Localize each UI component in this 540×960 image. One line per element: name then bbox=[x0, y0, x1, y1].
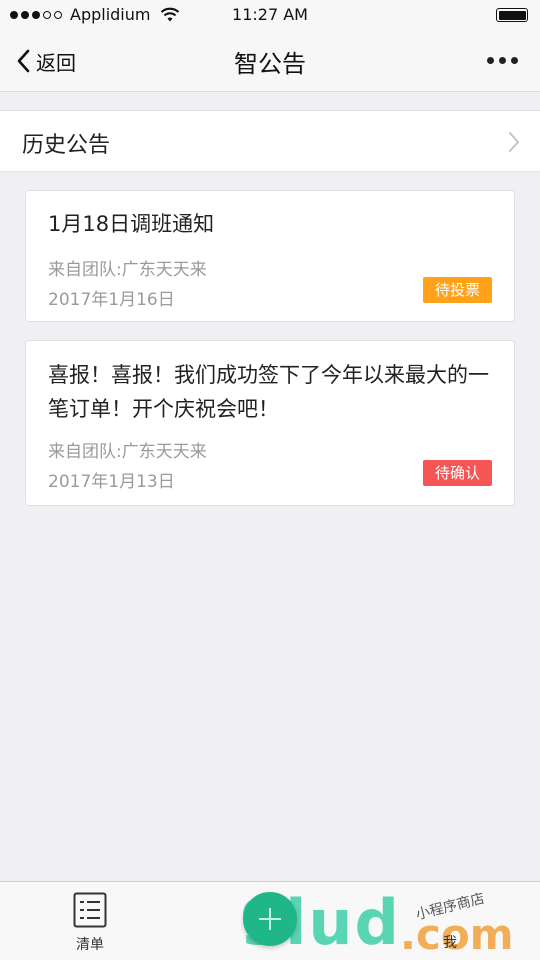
chevron-right-icon bbox=[509, 132, 519, 152]
announcement-title: 1月18日调班通知 bbox=[48, 212, 215, 236]
announcement-team: 来自团队:广东天天来 bbox=[48, 442, 207, 462]
more-dots-icon bbox=[487, 57, 494, 64]
list-icon bbox=[73, 892, 107, 928]
history-label: 历史公告 bbox=[22, 133, 111, 158]
status-time: 11:27 AM bbox=[232, 5, 308, 24]
announcement-date: 2017年1月13日 bbox=[48, 472, 175, 492]
add-button[interactable] bbox=[243, 892, 297, 946]
announcement-card[interactable]: 1月18日调班通知 来自团队:广东天天来 2017年1月16日 待投票 bbox=[25, 190, 515, 322]
announcement-card[interactable]: 喜报！喜报！我们成功签下了今年以来最大的一笔订单！开个庆祝会吧！ 来自团队:广东… bbox=[25, 340, 515, 506]
status-badge: 待确认 bbox=[422, 460, 492, 486]
status-bar: Applidium 11:27 AM bbox=[0, 0, 540, 30]
page-title: 智公告 bbox=[234, 50, 306, 78]
history-announcements-row[interactable]: 历史公告 bbox=[0, 110, 540, 172]
announcement-team: 来自团队:广东天天来 bbox=[48, 260, 207, 280]
tab-list[interactable]: 清单 bbox=[58, 892, 122, 954]
tab-list-label: 清单 bbox=[76, 937, 104, 953]
status-badge: 待投票 bbox=[422, 277, 492, 303]
announcement-title: 喜报！喜报！我们成功签下了今年以来最大的一笔订单！开个庆祝会吧！ bbox=[48, 363, 489, 421]
announcement-date: 2017年1月16日 bbox=[48, 290, 175, 310]
tab-me-label[interactable]: 我 bbox=[443, 932, 457, 952]
battery-icon bbox=[496, 8, 528, 22]
navigation-bar: 返回 智公告 bbox=[0, 30, 540, 92]
more-options-button[interactable] bbox=[487, 57, 518, 64]
